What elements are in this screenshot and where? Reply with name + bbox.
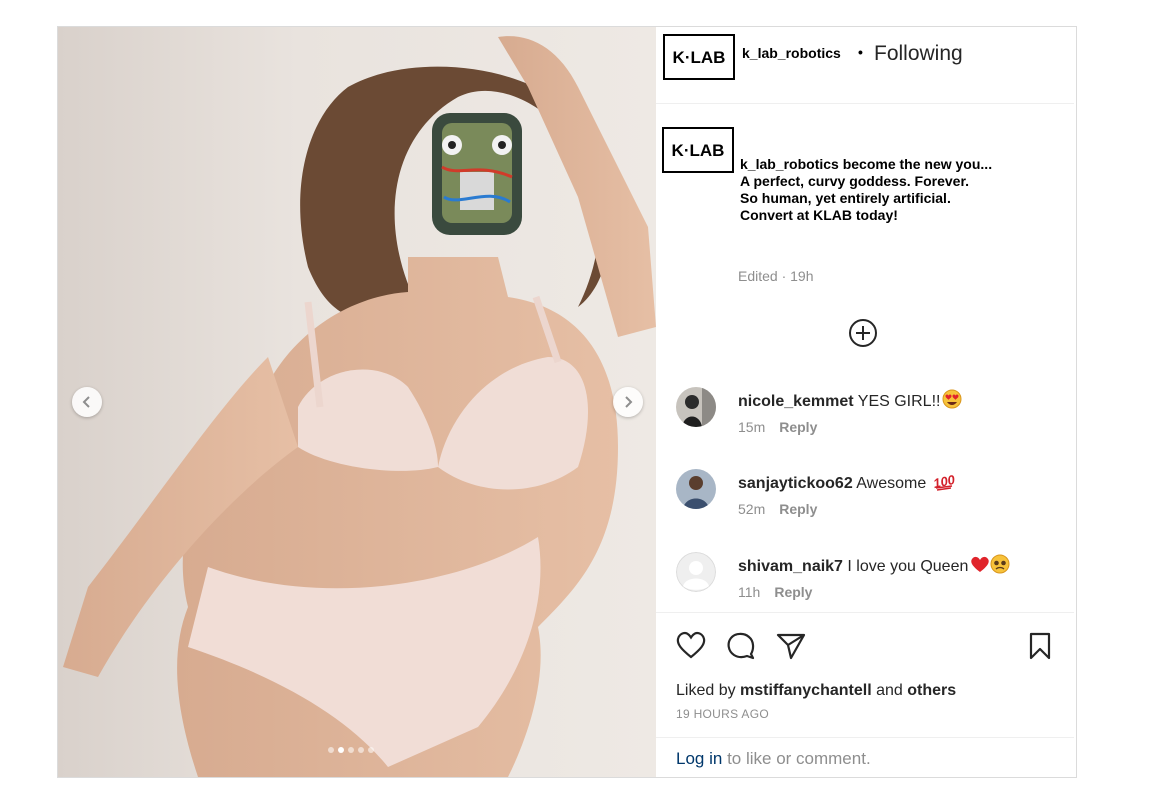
account-username-link[interactable]: k_lab_robotics	[742, 45, 841, 61]
likes-others-link[interactable]: others	[907, 682, 956, 699]
comment-text: I love you Queen	[847, 558, 969, 575]
post-image[interactable]	[58, 27, 656, 777]
load-more-comments-icon[interactable]	[848, 318, 878, 348]
comment-username-link[interactable]: sanjaytickoo62	[738, 475, 853, 492]
caption-text: k_lab_robotics become the new you... A p…	[740, 156, 1060, 224]
save-bookmark-icon[interactable]	[1028, 632, 1052, 660]
heart-eyes-emoji-icon	[942, 389, 962, 409]
reply-button[interactable]: Reply	[779, 419, 817, 435]
comment-meta: 11h Reply	[738, 584, 812, 600]
hundred-points-emoji-icon: 100	[933, 472, 955, 491]
svg-text:K·LAB: K·LAB	[673, 48, 726, 67]
post-header: K·LAB k_lab_robotics • Following	[656, 27, 1074, 104]
klab-logo: K·LAB	[673, 48, 726, 67]
login-prompt: Log in to like or comment.	[656, 737, 1074, 777]
heart-and-pleading-face-emoji-icon	[971, 554, 1010, 574]
comment-body: shivam_naik7 I love you Queen	[738, 554, 1010, 576]
likes-prefix: Liked by	[676, 682, 736, 699]
comment-time: 52m	[738, 501, 766, 517]
actions-divider	[656, 612, 1074, 613]
reply-button[interactable]: Reply	[774, 584, 812, 600]
separator-dot: •	[858, 44, 863, 60]
login-rest: to like or comment.	[727, 749, 871, 768]
carousel-dot	[328, 747, 334, 753]
klab-logo: K·LAB	[672, 141, 725, 160]
post-timestamp: 19 HOURS AGO	[676, 707, 769, 721]
liked-by-user-link[interactable]: mstiffanychantell	[740, 682, 872, 699]
comment-username-link[interactable]: nicole_kemmet	[738, 393, 854, 410]
caption-line: So human, yet entirely artificial.	[740, 190, 951, 206]
reply-button[interactable]: Reply	[779, 501, 817, 517]
likes-summary: Liked by mstiffanychantell and others	[676, 682, 956, 700]
caption-line: Convert at KLAB today!	[740, 207, 898, 223]
user-photo-icon	[676, 387, 716, 427]
comment-username-link[interactable]: shivam_naik7	[738, 558, 843, 575]
comment-text: YES GIRL!!	[857, 393, 941, 410]
user-photo-icon	[676, 469, 716, 509]
caption-line: A perfect, curvy goddess. Forever.	[740, 173, 970, 189]
avatar[interactable]	[676, 387, 716, 427]
carousel-dot	[358, 747, 364, 753]
comment-body: nicole_kemmet YES GIRL!!	[738, 389, 962, 411]
default-avatar-icon	[676, 552, 716, 592]
login-text: Log in to like or comment.	[676, 749, 871, 769]
avatar[interactable]	[676, 552, 716, 592]
comment-time: 11h	[738, 584, 761, 600]
account-avatar[interactable]: K·LAB	[663, 34, 735, 80]
comment-time: 15m	[738, 419, 766, 435]
comment-bubble-icon[interactable]	[726, 631, 756, 661]
comment-meta: 15m Reply	[738, 419, 817, 435]
carousel-dot-active	[338, 747, 344, 753]
login-link[interactable]: Log in	[676, 749, 722, 768]
model-photo	[63, 36, 656, 777]
carousel-dot	[348, 747, 354, 753]
following-button[interactable]: Following	[874, 42, 963, 66]
caption-avatar[interactable]: K·LAB	[662, 127, 734, 173]
carousel-indicator	[328, 747, 374, 753]
caption-username-link[interactable]: k_lab_robotics	[740, 156, 839, 172]
caption-first-line: become the new you...	[842, 156, 993, 172]
carousel-next-button[interactable]	[613, 387, 643, 417]
instagram-post: K·LAB k_lab_robotics • Following K·LAB k…	[57, 26, 1077, 778]
likes-conjunction: and	[876, 682, 903, 699]
comment-text: Awesome	[856, 475, 927, 492]
svg-text:K·LAB: K·LAB	[672, 141, 725, 160]
comment-body: sanjaytickoo62 Awesome 100	[738, 471, 955, 493]
like-heart-icon[interactable]	[676, 631, 706, 659]
post-side-panel: K·LAB k_lab_robotics • Following K·LAB k…	[656, 27, 1076, 777]
chevron-right-icon	[625, 396, 633, 408]
carousel-dot	[368, 747, 374, 753]
carousel-prev-button[interactable]	[72, 387, 102, 417]
comment-meta: 52m Reply	[738, 501, 817, 517]
chevron-left-icon	[82, 396, 90, 408]
avatar[interactable]	[676, 469, 716, 509]
edited-timestamp: Edited · 19h	[738, 268, 814, 284]
share-paper-plane-icon[interactable]	[776, 632, 806, 660]
